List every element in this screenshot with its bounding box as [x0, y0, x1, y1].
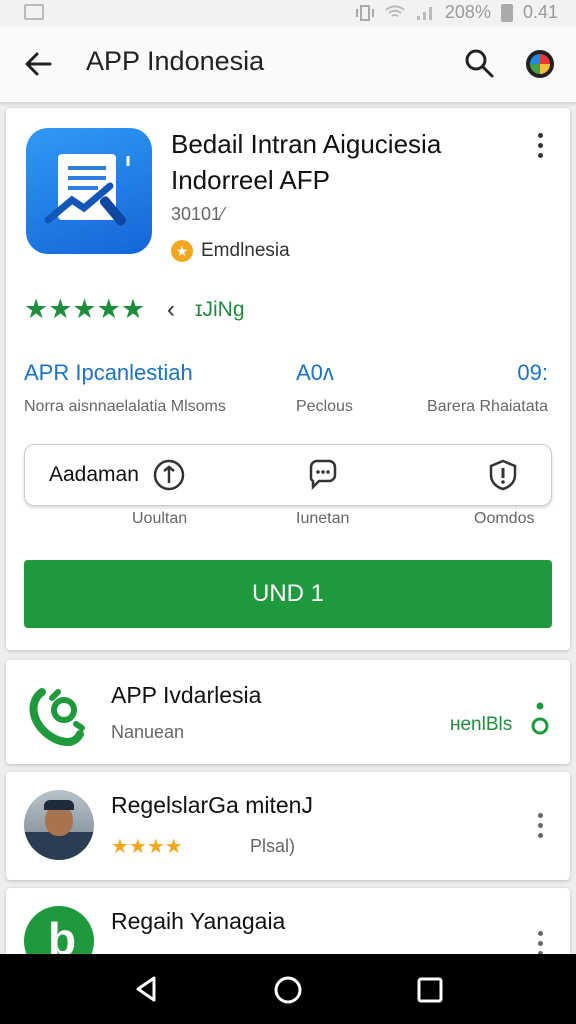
shield-icon[interactable] [485, 457, 521, 493]
action-row: Aadaman [24, 444, 552, 506]
stat-item: APR Ipcanlestiah Norra aisnnaelalatia Ml… [24, 360, 226, 416]
stat-item: 09: Barera Rhaiatata [416, 360, 548, 416]
stat-value: 09: [517, 360, 548, 385]
rating-row: ★★★★★ ‹ ɪJiNg [24, 294, 245, 325]
stat-label: Barera Rhaiatata [427, 398, 548, 415]
list-item-title: RegelslarGa mitenJ [111, 792, 313, 818]
app-bar: APP Indonesia [0, 26, 576, 102]
more-options-icon[interactable] [530, 130, 550, 160]
clock: 0.41 [522, 2, 558, 22]
status-bar: 208% 0.41 [0, 0, 576, 26]
developer-name: Emdlnesia [201, 240, 290, 261]
app-icon [26, 128, 152, 254]
avatar [24, 790, 94, 860]
chat-icon[interactable] [305, 457, 341, 493]
image-icon [24, 4, 44, 20]
stat-label: Peclous [296, 398, 353, 415]
back-arrow-icon[interactable] [20, 46, 56, 82]
stat-value: APR Ipcanlestiah [24, 360, 193, 385]
info-icon[interactable] [151, 457, 187, 493]
stat-item: A0ʌ Peclous [296, 360, 353, 416]
rating-stars: ★★★★★ [24, 294, 146, 324]
rating-count: ɪJiNg [195, 297, 245, 321]
search-icon[interactable] [462, 46, 496, 80]
rating-stars: ★★★★ [111, 836, 183, 858]
signal-icon [416, 6, 432, 20]
stats-row: APR Ipcanlestiah Norra aisnnaelalatia Ml… [6, 360, 570, 430]
stat-label: Norra aisnnaelalatia Mlsoms [24, 398, 226, 415]
action-label: Iunetan [296, 510, 350, 527]
developer[interactable]: ★ Emdlnesia [171, 240, 290, 262]
download-icon[interactable] [530, 700, 550, 736]
home-nav-icon[interactable] [272, 974, 304, 1006]
phone-handshake-icon [29, 688, 85, 747]
more-options-icon[interactable] [530, 810, 550, 840]
list-item[interactable]: RegelslarGa mitenJ ★★★★ Plsal) [6, 772, 570, 880]
page-title: APP Indonesia [86, 46, 265, 76]
list-item-subtitle: Nanuean [111, 722, 185, 742]
account-avatar[interactable] [526, 50, 554, 78]
action-primary-label[interactable]: Aadaman [49, 463, 139, 487]
app-title: Bedail Intran Aiguciesia Indorreel AFP [171, 129, 442, 195]
star-badge-icon: ★ [171, 240, 193, 262]
wifi-icon [385, 4, 405, 17]
chevron-left-icon[interactable]: ‹ [167, 296, 175, 324]
vibrate-icon [355, 4, 374, 21]
action-label: Oomdos [474, 510, 535, 527]
back-nav-icon[interactable] [132, 974, 162, 1004]
app-version: 30101⁄ [171, 204, 225, 224]
list-item-subtitle: Plsal) [250, 836, 296, 856]
document-chart-icon [44, 154, 130, 226]
app-detail-card: Bedail Intran Aiguciesia Indorreel AFP 3… [6, 108, 570, 650]
system-nav-bar [0, 954, 576, 1024]
install-button[interactable]: UND 1 [24, 560, 552, 628]
list-item-tag: ʜenlBls [450, 714, 513, 735]
action-label: Uoultan [132, 510, 188, 527]
list-item[interactable]: APP Ivdarlesia Nanuean ʜenlBls [6, 660, 570, 764]
battery-percent: 208% [444, 2, 491, 22]
list-item-title: APP Ivdarlesia [111, 682, 262, 708]
battery-icon [500, 3, 513, 22]
stat-value: A0ʌ [296, 360, 334, 385]
recents-nav-icon[interactable] [416, 976, 444, 1004]
list-item-title: Regaih Yanagaia [111, 908, 286, 934]
